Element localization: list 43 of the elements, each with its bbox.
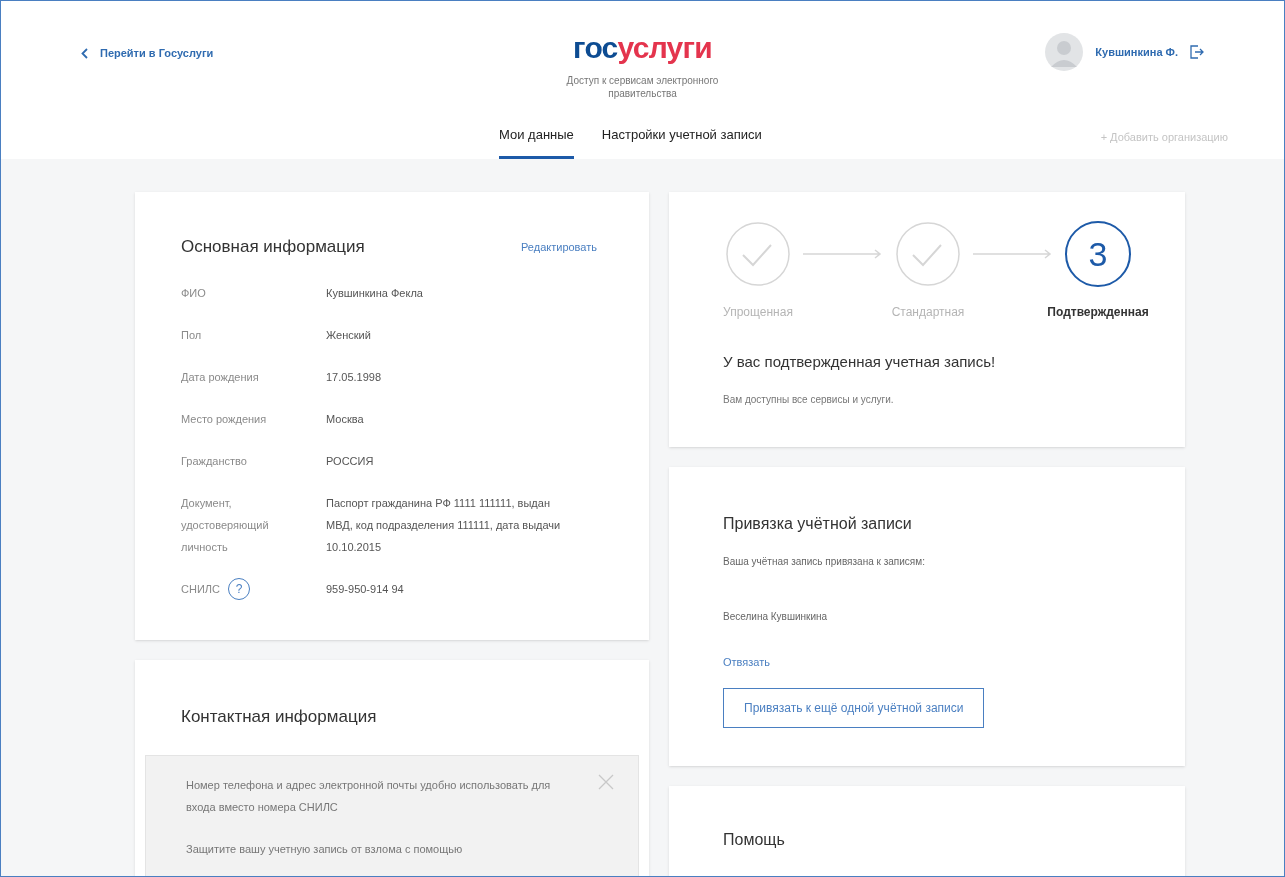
field-value: 959-950-914 94 <box>326 581 405 597</box>
section-title: Помощь <box>723 830 786 850</box>
check-circle-icon <box>895 221 961 287</box>
section-title: Контактная информация <box>180 705 378 728</box>
field-value: 17.05.1998 <box>326 369 383 385</box>
check-circle-icon <box>725 221 791 287</box>
section-title: Привязка учётной записи <box>723 513 913 534</box>
field-label: ФИО <box>181 285 206 301</box>
logout-icon[interactable] <box>1190 45 1204 59</box>
field-value: Кувшинкина Фекла <box>326 285 424 301</box>
field-label: Место рождения <box>181 411 267 427</box>
unlink-link[interactable]: Отвязать <box>723 653 1131 670</box>
notice-text: Защитите вашу учетную запись от взлома с помощью <box>186 842 464 857</box>
field-label: Документ, удостоверяющий личность <box>181 495 270 555</box>
field-label: Гражданство <box>181 453 247 469</box>
section-title: Основная информация <box>181 236 365 258</box>
logo: госуслуги <box>573 33 712 63</box>
binding-text: Ваша учётная запись привязана к записям: <box>723 554 926 569</box>
field-value: Паспорт гражданина РФ 1111 111111, выдан МВД, код подразделения 111111, дата выдачи 10.10.2015 <box>326 495 562 555</box>
tab[interactable]: Мои данные <box>499 124 574 159</box>
status-title: У вас подтвержденная учетная запись! <box>723 352 997 372</box>
step-label: Упрощенная <box>723 304 793 321</box>
user-name[interactable]: Кувшинкина Ф. <box>1095 43 1178 61</box>
step-label: Стандартная <box>891 304 965 321</box>
linked-account-name: Веселина Кувшинкина <box>723 609 829 624</box>
field-label: Дата рождения <box>181 369 259 385</box>
notice-text: Номер телефона и адрес электронной почты удобно использовать для входа вместо номера СНИЛС <box>186 778 552 815</box>
field-label: Пол <box>181 327 202 343</box>
tab[interactable]: Настройки учетной записи <box>601 124 762 159</box>
field-value: Женский <box>326 327 372 343</box>
avatar-icon <box>1045 33 1084 71</box>
field-value: РОССИЯ <box>326 453 375 469</box>
arrow-icon <box>973 249 1053 259</box>
field-label: СНИЛС <box>181 581 220 597</box>
field-value: Москва <box>326 411 365 427</box>
chevron-left-icon <box>81 47 88 59</box>
edit-link[interactable]: Редактировать <box>521 238 597 255</box>
arrow-icon <box>803 249 883 259</box>
back-link[interactable]: Перейти в Госуслуги <box>81 45 311 62</box>
logo-subtitle: Доступ к сервисам электронного правительства <box>565 75 720 100</box>
link-account-button[interactable]: Привязать к ещё одной учётной записи <box>723 688 985 728</box>
step-label: Подтвержденная <box>1047 304 1149 321</box>
status-text: Вам доступны все сервисы и услуги. <box>723 392 895 407</box>
